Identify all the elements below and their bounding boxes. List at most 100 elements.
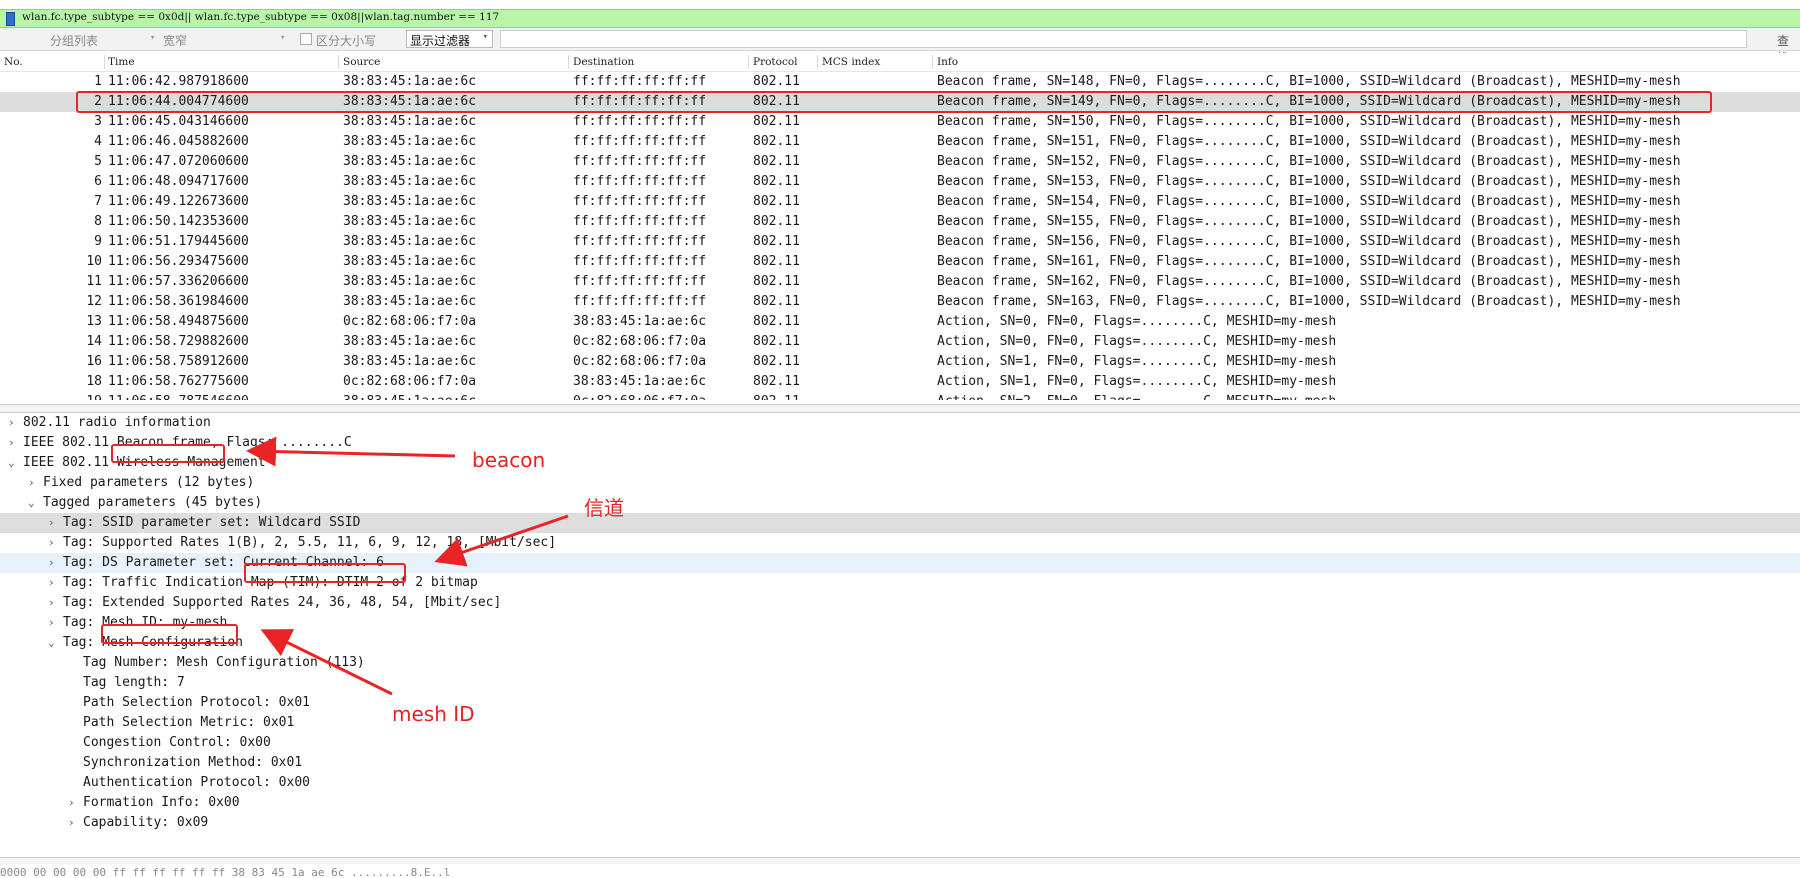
packet-protocol: 802.11 [753, 114, 800, 129]
packet-row[interactable]: 12 11:06:58.361984600 38:83:45:1a:ae:6c ff:… [0, 292, 1800, 312]
charset-select[interactable]: 宽窄 [163, 32, 187, 49]
chevron-right-icon[interactable]: › [48, 593, 55, 613]
detail-tree-item[interactable]: › IEEE 802.11 Beacon frame, Flags: ......… [0, 433, 1800, 453]
chevron-right-icon[interactable]: › [8, 433, 15, 453]
detail-tree-label: Tag: Extended Supported Rates 24, 36, 48… [63, 595, 502, 610]
packet-list: 1 11:06:42.987918600 38:83:45:1a:ae:6c ff:f… [0, 72, 1800, 400]
packet-row[interactable]: 9 11:06:51.179445600 38:83:45:1a:ae:6c ff:f… [0, 232, 1800, 252]
column-header-mcs-index[interactable]: MCS index [822, 56, 880, 68]
chevron-right-icon[interactable]: › [48, 533, 55, 553]
search-in-select[interactable]: 分组列表 [50, 32, 98, 49]
detail-tree-item[interactable]: ⌄ Tagged parameters (45 bytes) [0, 493, 1800, 513]
packet-row[interactable]: 13 11:06:58.494875600 0c:82:68:06:f7:0a 38:… [0, 312, 1800, 332]
detail-tree-item[interactable]: Path Selection Metric: 0x01 [0, 713, 1800, 733]
detail-tree-item[interactable]: Tag Number: Mesh Configuration (113) [0, 653, 1800, 673]
detail-tree-item[interactable]: › 802.11 radio information [0, 413, 1800, 433]
packet-destination: ff:ff:ff:ff:ff:ff [573, 254, 707, 269]
chevron-right-icon[interactable]: › [68, 793, 75, 813]
packet-row[interactable]: 3 11:06:45.043146600 38:83:45:1a:ae:6c ff:f… [0, 112, 1800, 132]
display-filter-bar[interactable]: wlan.fc.type_subtype == 0x0d|| wlan.fc.t… [0, 9, 1800, 28]
detail-tree-item[interactable]: › Tag: Mesh ID: my-mesh [0, 613, 1800, 633]
chevron-down-icon[interactable]: ⌄ [48, 633, 55, 653]
case-sensitive-label: 区分大小写 [316, 34, 377, 48]
detail-tree-item[interactable]: Authentication Protocol: 0x00 [0, 773, 1800, 793]
column-header-info[interactable]: Info [937, 56, 958, 68]
packet-source: 38:83:45:1a:ae:6c [343, 194, 477, 209]
packet-info: Action, SN=2, FN=0, Flags=........C, MES… [937, 392, 1336, 400]
detail-tree-item[interactable]: › Tag: Supported Rates 1(B), 2, 5.5, 11, … [0, 533, 1800, 553]
detail-tree-item[interactable]: › Formation Info: 0x00 [0, 793, 1800, 813]
chevron-right-icon[interactable]: › [68, 813, 75, 833]
packet-source: 38:83:45:1a:ae:6c [343, 334, 477, 349]
packet-no: 7 [94, 194, 102, 209]
packet-destination: 0c:82:68:06:f7:0a [573, 354, 707, 369]
packet-info: Beacon frame, SN=153, FN=0, Flags=......… [937, 174, 1681, 189]
chevron-down-icon[interactable]: ⌄ [8, 453, 15, 473]
detail-tree-item[interactable]: Synchronization Method: 0x01 [0, 753, 1800, 773]
column-header-source[interactable]: Source [343, 56, 380, 68]
chevron-down-icon[interactable]: ⌄ [28, 493, 35, 513]
packet-row[interactable]: 7 11:06:49.122673600 38:83:45:1a:ae:6c ff:f… [0, 192, 1800, 212]
chevron-right-icon[interactable]: › [28, 473, 35, 493]
packet-list-header: No. Time Source Destination Protocol MCS… [0, 53, 1800, 72]
column-divider[interactable] [338, 55, 339, 69]
annotation-mesh-id: mesh ID [392, 702, 475, 726]
column-header-destination[interactable]: Destination [573, 56, 634, 68]
packet-row[interactable]: 6 11:06:48.094717600 38:83:45:1a:ae:6c ff:f… [0, 172, 1800, 192]
chevron-right-icon[interactable]: › [8, 413, 15, 433]
packet-row[interactable]: 1 11:06:42.987918600 38:83:45:1a:ae:6c ff:f… [0, 72, 1800, 92]
column-header-protocol[interactable]: Protocol [753, 56, 798, 68]
packet-row[interactable]: 11 11:06:57.336206600 38:83:45:1a:ae:6c ff:… [0, 272, 1800, 292]
column-divider[interactable] [817, 55, 818, 69]
detail-tree-item[interactable]: ⌄ IEEE 802.11 Wireless Management [0, 453, 1800, 473]
packet-info: Action, SN=0, FN=0, Flags=........C, MES… [937, 334, 1337, 349]
chevron-right-icon[interactable]: › [48, 513, 55, 533]
detail-tree-item[interactable]: › Tag: SSID parameter set: Wildcard SSID [0, 513, 1800, 533]
find-input[interactable] [500, 30, 1747, 48]
packet-protocol: 802.11 [753, 134, 800, 149]
column-header-time[interactable]: Time [108, 56, 135, 68]
detail-tree-item[interactable]: Tag length: 7 [0, 673, 1800, 693]
chevron-right-icon[interactable]: › [48, 553, 55, 573]
detail-tree-item[interactable]: ⌄ Tag: Mesh Configuration [0, 633, 1800, 653]
detail-tree-item[interactable]: › Fixed parameters (12 bytes) [0, 473, 1800, 493]
packet-destination: 0c:82:68:06:f7:0a [573, 392, 706, 400]
packet-protocol: 802.11 [753, 174, 800, 189]
display-filter-input[interactable]: wlan.fc.type_subtype == 0x0d|| wlan.fc.t… [22, 11, 499, 23]
case-sensitive-checkbox[interactable] [300, 33, 312, 45]
detail-tree-item[interactable]: Congestion Control: 0x00 [0, 733, 1800, 753]
packet-time: 11:06:46.045882600 [108, 134, 249, 149]
column-divider[interactable] [748, 55, 749, 69]
chevron-right-icon[interactable]: › [48, 613, 55, 633]
detail-tree-item[interactable]: › Capability: 0x09 [0, 813, 1800, 833]
packet-source: 0c:82:68:06:f7:0a [343, 314, 477, 329]
bookmark-icon[interactable] [6, 12, 15, 26]
packet-no: 11 [86, 274, 102, 289]
packet-row[interactable]: 8 11:06:50.142353600 38:83:45:1a:ae:6c ff:f… [0, 212, 1800, 232]
column-divider[interactable] [568, 55, 569, 69]
detail-tree-item[interactable]: Path Selection Protocol: 0x01 [0, 693, 1800, 713]
packet-row[interactable]: 14 11:06:58.729882600 38:83:45:1a:ae:6c 0c:… [0, 332, 1800, 352]
column-divider[interactable] [104, 55, 105, 69]
packet-protocol: 802.11 [753, 234, 800, 249]
packet-row[interactable]: 5 11:06:47.072060600 38:83:45:1a:ae:6c ff:f… [0, 152, 1800, 172]
column-divider[interactable] [932, 55, 933, 69]
detail-tree-label: 802.11 radio information [23, 415, 211, 430]
packet-time: 11:06:58.787546600 [108, 392, 249, 400]
column-header-no[interactable]: No. [4, 56, 23, 68]
packet-info: Beacon frame, SN=154, FN=0, Flags=......… [937, 194, 1681, 209]
packet-row[interactable]: 19 11:06:58.787546600 38:83:45:1a:ae:6c 0c:… [0, 392, 1800, 400]
chevron-right-icon[interactable]: › [48, 573, 55, 593]
packet-row[interactable]: 16 11:06:58.758912600 38:83:45:1a:ae:6c 0c:… [0, 352, 1800, 372]
chevron-down-icon[interactable]: ▾ [150, 33, 155, 43]
packet-row[interactable]: 18 11:06:58.762775600 0c:82:68:06:f7:0a 38:… [0, 372, 1800, 392]
find-toolbar: 分组列表 ▾ 宽窄 ▾ 区分大小写 显示过滤器 ▾ 查找 [0, 28, 1800, 65]
detail-tree-item[interactable]: › Tag: Extended Supported Rates 24, 36, 4… [0, 593, 1800, 613]
chevron-down-icon[interactable]: ▾ [280, 33, 285, 43]
packet-destination: ff:ff:ff:ff:ff:ff [573, 154, 707, 169]
pane-splitter[interactable] [0, 404, 1800, 413]
pane-splitter[interactable] [0, 857, 1800, 864]
search-type-select[interactable]: 显示过滤器 ▾ [406, 30, 493, 48]
packet-row[interactable]: 10 11:06:56.293475600 38:83:45:1a:ae:6c ff:… [0, 252, 1800, 272]
packet-row[interactable]: 4 11:06:46.045882600 38:83:45:1a:ae:6c ff:f… [0, 132, 1800, 152]
